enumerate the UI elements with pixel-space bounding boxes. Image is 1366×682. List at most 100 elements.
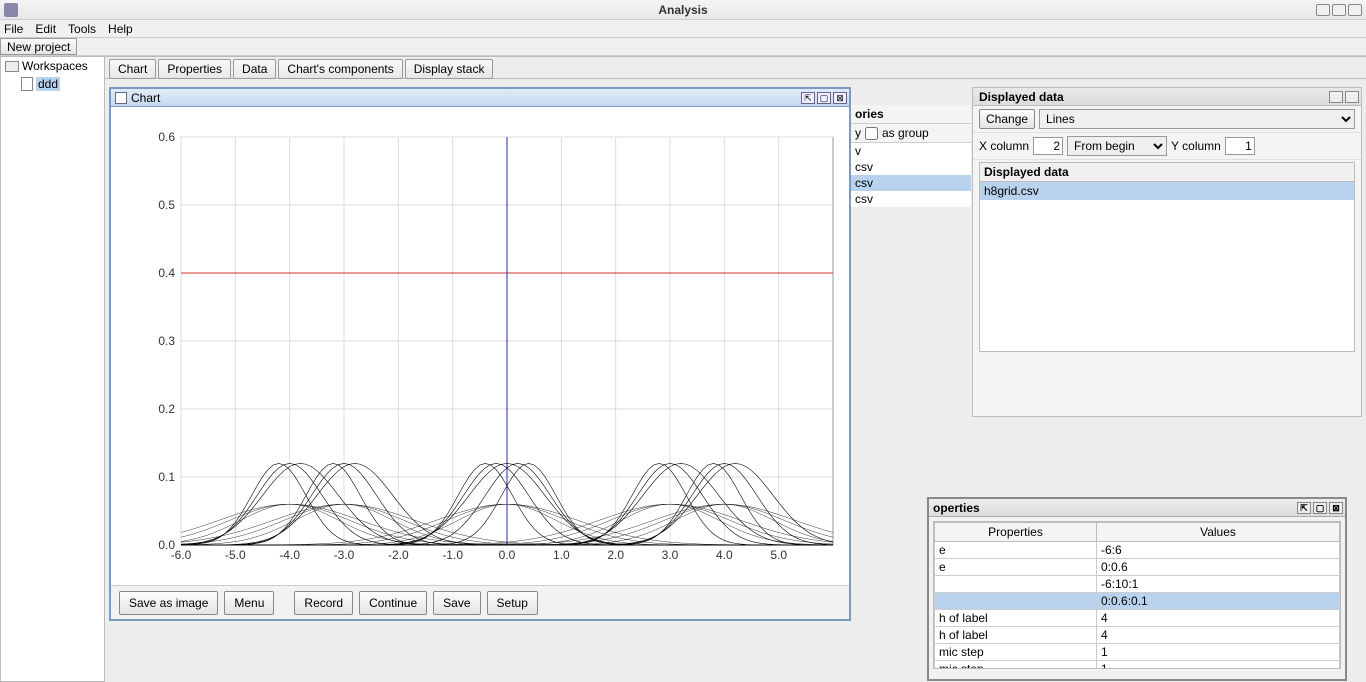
folder-icon xyxy=(5,61,19,72)
menu-file[interactable]: File xyxy=(4,22,23,36)
save-button[interactable]: Save xyxy=(433,591,480,615)
window-title: Analysis xyxy=(658,3,707,17)
chart-window-title: Chart xyxy=(131,91,160,105)
continue-button[interactable]: Continue xyxy=(359,591,427,615)
workspace-tree: Workspaces ddd xyxy=(0,56,105,682)
property-row[interactable]: mic step1 xyxy=(935,661,1340,670)
workarea: Chart Properties Data Chart's components… xyxy=(105,56,1366,682)
svg-text:5.0: 5.0 xyxy=(770,548,787,562)
property-row[interactable]: -6:10:1 xyxy=(935,576,1340,593)
property-row[interactable]: h of label4 xyxy=(935,627,1340,644)
property-row[interactable]: e-6:6 xyxy=(935,542,1340,559)
tree-item-label: ddd xyxy=(36,77,60,91)
tab-data[interactable]: Data xyxy=(233,59,276,79)
svg-text:0.3: 0.3 xyxy=(158,334,175,348)
maximize-icon[interactable]: ▢ xyxy=(817,92,831,104)
properties-table[interactable]: Properties Values e-6:6e0:0.6-6:10:10:0.… xyxy=(934,522,1340,669)
category-list-item[interactable]: csv xyxy=(851,191,971,207)
close-icon[interactable]: ⊠ xyxy=(833,92,847,104)
svg-text:0.0: 0.0 xyxy=(158,538,175,552)
detach-icon[interactable]: ⇱ xyxy=(801,92,815,104)
window-titlebar: Analysis xyxy=(0,0,1366,20)
displayed-data-header[interactable]: Displayed data xyxy=(973,88,1361,106)
save-as-image-button[interactable]: Save as image xyxy=(119,591,218,615)
tab-chart[interactable]: Chart xyxy=(109,59,156,79)
new-project-button[interactable]: New project xyxy=(0,38,77,55)
chart-window-icon xyxy=(115,92,127,104)
svg-text:0.0: 0.0 xyxy=(499,548,516,562)
svg-text:3.0: 3.0 xyxy=(662,548,679,562)
tree-item[interactable]: ddd xyxy=(1,75,104,93)
menu-button[interactable]: Menu xyxy=(224,591,274,615)
svg-text:-5.0: -5.0 xyxy=(225,548,246,562)
tab-components[interactable]: Chart's components xyxy=(278,59,402,79)
properties-window: operties ⇱ ▢ ⊠ Properties Values e-6:6e0… xyxy=(927,497,1347,681)
tab-display-stack[interactable]: Display stack xyxy=(405,59,494,79)
file-icon xyxy=(21,77,33,91)
y-column-input[interactable] xyxy=(1225,137,1255,155)
category-list-item[interactable]: v xyxy=(851,143,971,159)
maximize-icon[interactable]: ▢ xyxy=(1313,502,1327,514)
maximize-icon[interactable] xyxy=(1332,4,1346,16)
svg-text:0.2: 0.2 xyxy=(158,402,175,416)
svg-text:-2.0: -2.0 xyxy=(388,548,409,562)
chart-window-titlebar[interactable]: Chart ⇱ ▢ ⊠ xyxy=(111,89,849,107)
detach-icon[interactable]: ⇱ xyxy=(1297,502,1311,514)
svg-text:1.0: 1.0 xyxy=(553,548,570,562)
category-list-item[interactable]: csv xyxy=(851,175,971,191)
minimize-icon[interactable] xyxy=(1316,4,1330,16)
displayed-data-panel: Displayed data Change Lines X column Fro… xyxy=(972,87,1362,417)
x-column-label: X column xyxy=(979,139,1029,153)
svg-text:0.1: 0.1 xyxy=(158,470,175,484)
category-list-item[interactable]: csv xyxy=(851,159,971,175)
svg-text:0.5: 0.5 xyxy=(158,198,175,212)
displayed-data-list-header: Displayed data xyxy=(979,162,1355,182)
change-button[interactable]: Change xyxy=(979,109,1035,129)
x-column-input[interactable] xyxy=(1033,137,1063,155)
y-column-label: Y column xyxy=(1171,139,1221,153)
col-properties: Properties xyxy=(935,523,1097,542)
tree-root-label: Workspaces xyxy=(22,59,88,73)
menu-edit[interactable]: Edit xyxy=(35,22,56,36)
close-icon[interactable]: ⊠ xyxy=(1329,502,1343,514)
detach-icon[interactable] xyxy=(1329,91,1343,103)
as-group-checkbox[interactable] xyxy=(865,127,878,140)
svg-text:0.6: 0.6 xyxy=(158,130,175,144)
svg-text:4.0: 4.0 xyxy=(716,548,733,562)
categories-panel-fragment: ories y as group vcsvcsvcsv xyxy=(851,105,971,207)
svg-text:2.0: 2.0 xyxy=(607,548,624,562)
tree-root[interactable]: Workspaces xyxy=(1,57,104,75)
menubar: File Edit Tools Help xyxy=(0,20,1366,38)
chart-type-select[interactable]: Lines xyxy=(1039,109,1355,129)
chart-window: Chart ⇱ ▢ ⊠ -6.0-5.0-4.0-3.0-2.0-1.00.01… xyxy=(109,87,851,621)
svg-text:0.4: 0.4 xyxy=(158,266,175,280)
svg-text:-4.0: -4.0 xyxy=(279,548,300,562)
properties-titlebar[interactable]: operties ⇱ ▢ ⊠ xyxy=(929,499,1345,517)
app-icon xyxy=(4,3,18,17)
displayed-data-list[interactable]: h8grid.csv xyxy=(979,182,1355,352)
svg-text:-3.0: -3.0 xyxy=(334,548,355,562)
displayed-data-item[interactable]: h8grid.csv xyxy=(980,182,1354,200)
as-group-label: as group xyxy=(882,126,929,140)
property-row[interactable]: e0:0.6 xyxy=(935,559,1340,576)
x-from-select[interactable]: From begin xyxy=(1067,136,1167,156)
maximize-icon[interactable] xyxy=(1345,91,1359,103)
menu-help[interactable]: Help xyxy=(108,22,133,36)
tabs: Chart Properties Data Chart's components… xyxy=(105,57,1366,79)
col-values: Values xyxy=(1097,523,1340,542)
menu-tools[interactable]: Tools xyxy=(68,22,96,36)
tab-properties[interactable]: Properties xyxy=(158,59,231,79)
record-button[interactable]: Record xyxy=(294,591,353,615)
categories-header: ories xyxy=(851,105,971,124)
close-icon[interactable] xyxy=(1348,4,1362,16)
property-row[interactable]: 0:0.6:0.1 xyxy=(935,593,1340,610)
category-suffix: y xyxy=(855,126,861,140)
setup-button[interactable]: Setup xyxy=(487,591,538,615)
chart-svg: -6.0-5.0-4.0-3.0-2.0-1.00.01.02.03.04.05… xyxy=(111,107,853,585)
property-row[interactable]: mic step1 xyxy=(935,644,1340,661)
svg-text:-1.0: -1.0 xyxy=(442,548,463,562)
toolbar: New project xyxy=(0,38,1366,56)
property-row[interactable]: h of label4 xyxy=(935,610,1340,627)
chart-buttons: Save as image Menu Record Continue Save … xyxy=(111,585,849,619)
plot-area: -6.0-5.0-4.0-3.0-2.0-1.00.01.02.03.04.05… xyxy=(111,107,849,585)
